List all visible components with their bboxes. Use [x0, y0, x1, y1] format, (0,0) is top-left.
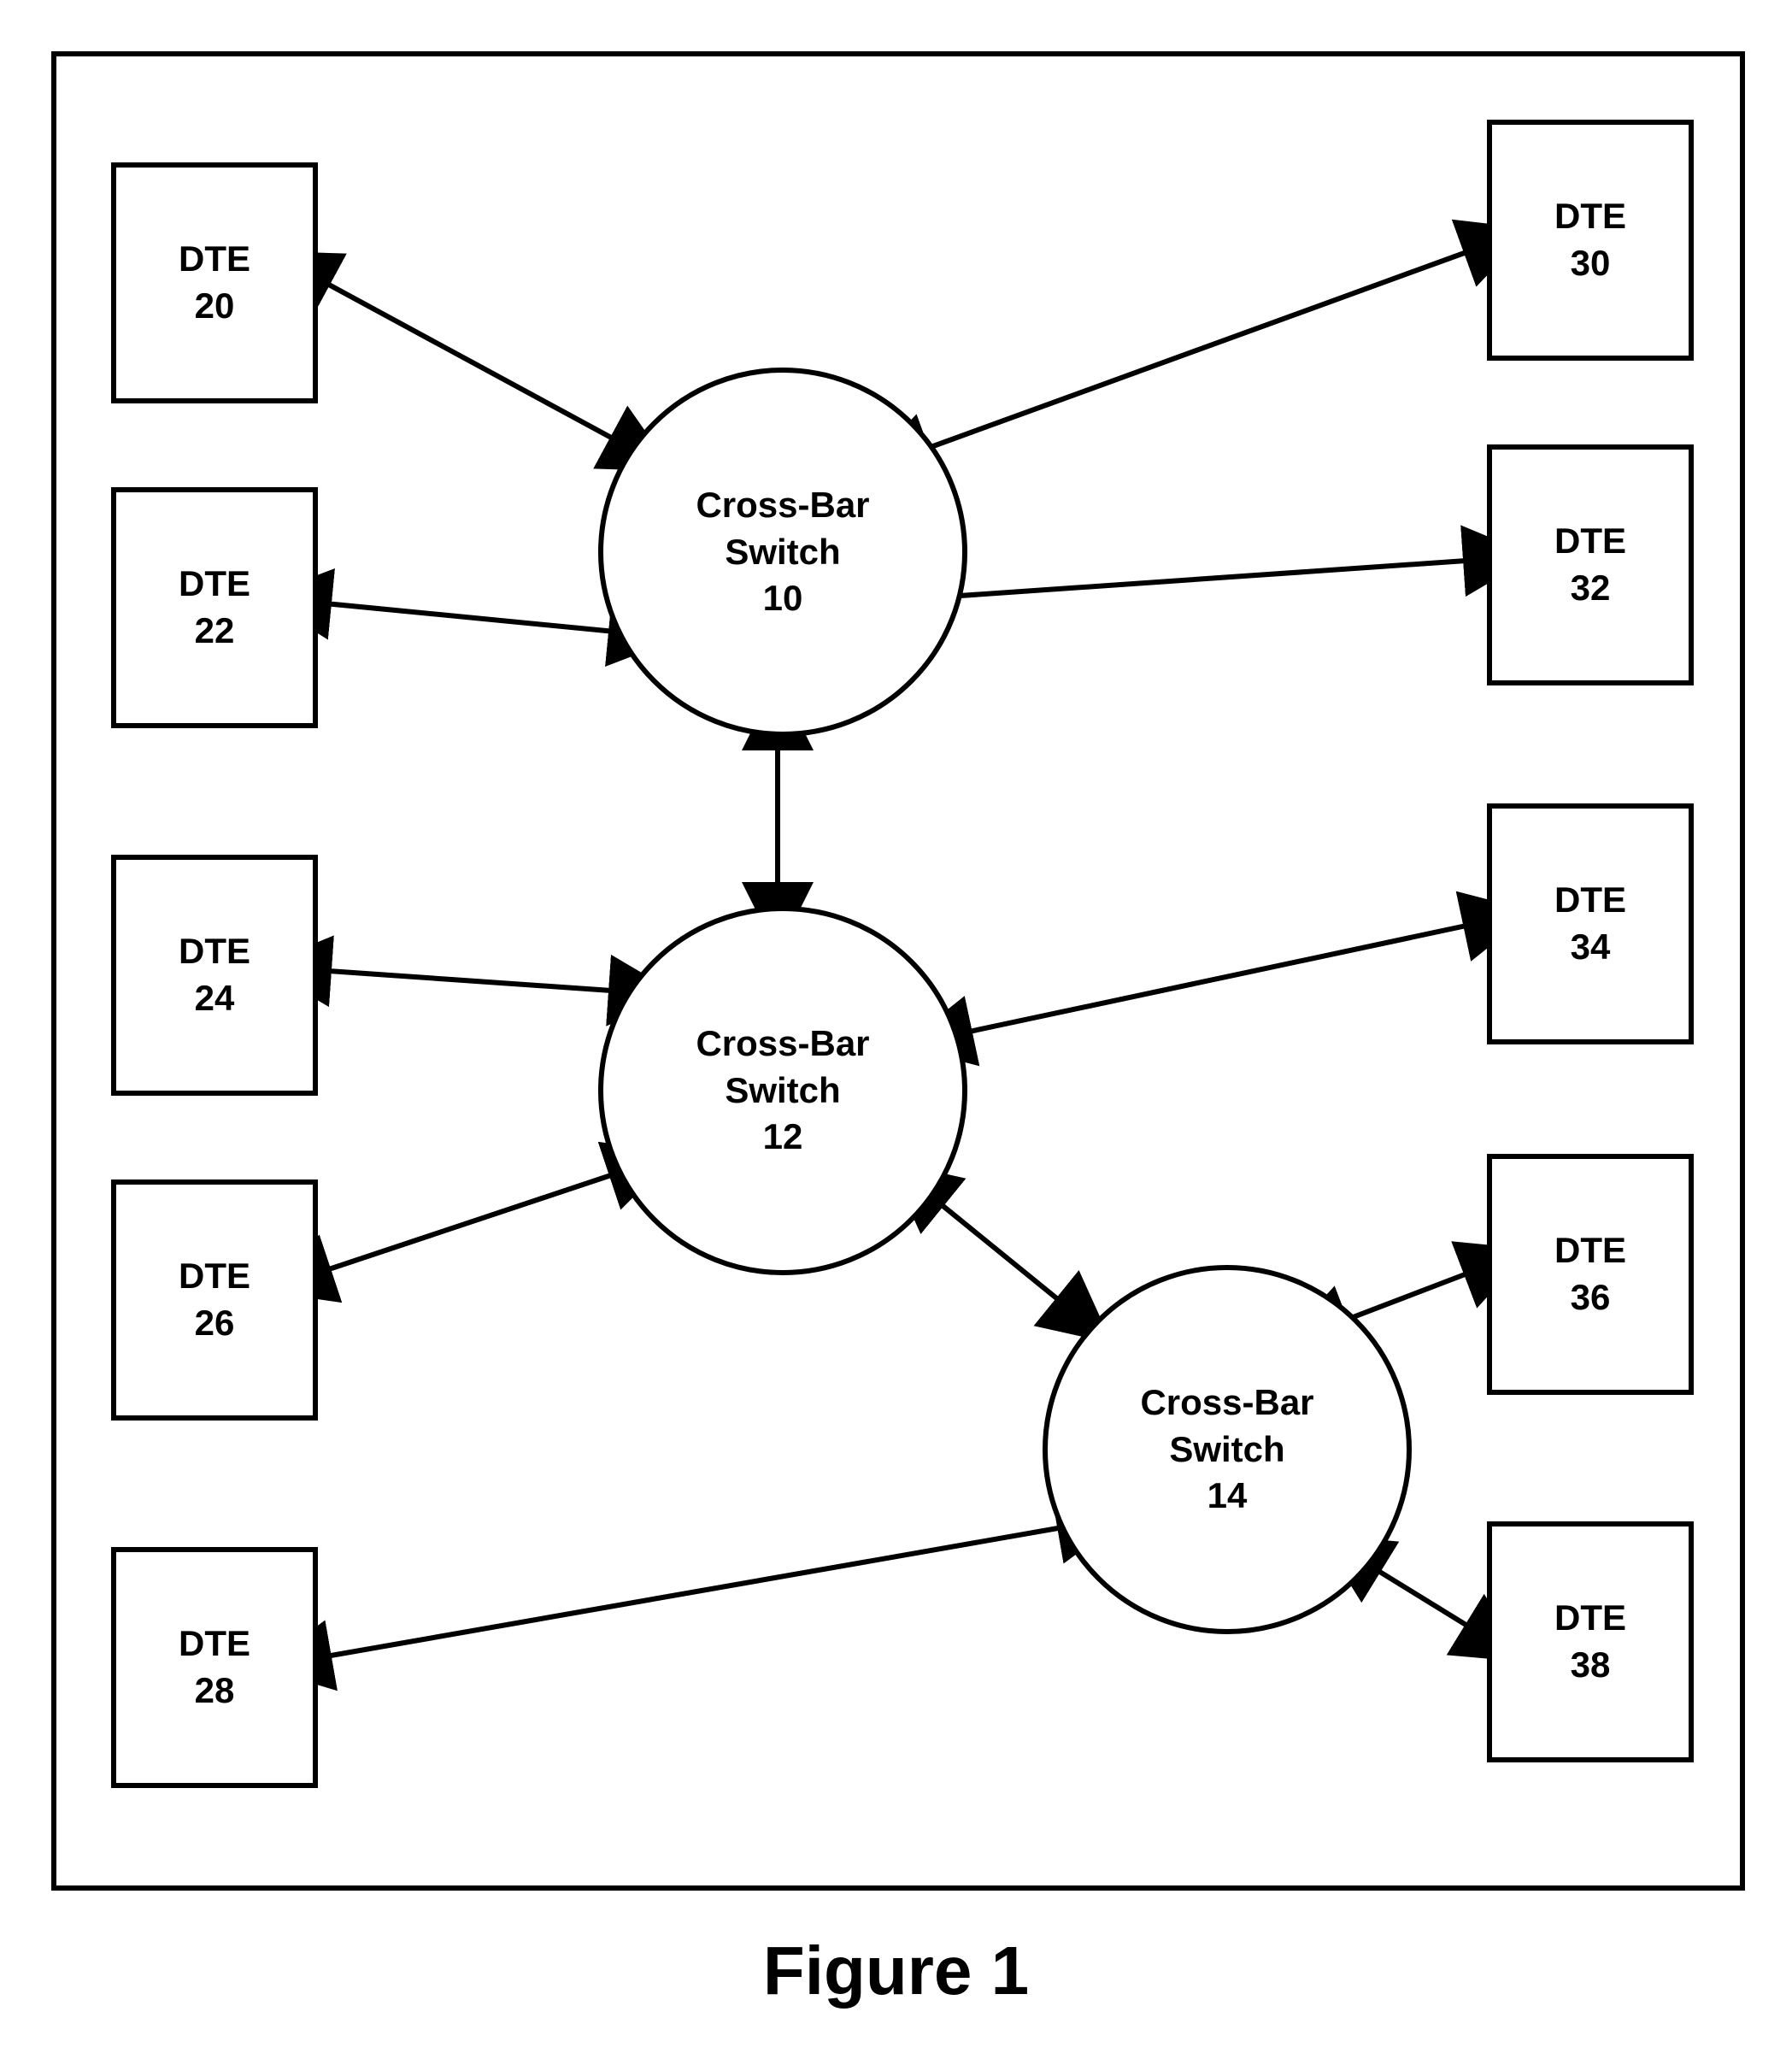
- dte-28: DTE28: [111, 1547, 318, 1788]
- dte-36: DTE36: [1487, 1154, 1694, 1395]
- switch-title: Cross-Bar: [696, 1021, 869, 1068]
- figure-label: Figure 1: [763, 1932, 1029, 2010]
- dte-34: DTE34: [1487, 803, 1694, 1044]
- dte-num: 36: [1571, 1274, 1611, 1321]
- switch-title: Cross-Bar: [696, 482, 869, 529]
- dte-num: 28: [195, 1668, 235, 1715]
- dte-num: 22: [195, 608, 235, 655]
- dte-label: DTE: [179, 1253, 250, 1300]
- dte-20: DTE20: [111, 162, 318, 403]
- dte-label: DTE: [1554, 877, 1626, 924]
- dte-num: 30: [1571, 240, 1611, 287]
- dte-num: 34: [1571, 924, 1611, 971]
- dte-label: DTE: [1554, 1595, 1626, 1642]
- diagram-canvas: Cross-BarSwitch10Cross-BarSwitch12Cross-…: [0, 0, 1792, 2053]
- switch-num: 12: [763, 1114, 803, 1161]
- dte-30: DTE30: [1487, 120, 1694, 361]
- dte-num: 32: [1571, 565, 1611, 612]
- switch-num: 14: [1207, 1473, 1248, 1520]
- dte-26: DTE26: [111, 1179, 318, 1421]
- dte-label: DTE: [1554, 1227, 1626, 1274]
- dte-32: DTE32: [1487, 444, 1694, 685]
- dte-label: DTE: [1554, 193, 1626, 240]
- switch-title: Cross-Bar: [1140, 1379, 1313, 1427]
- dte-label: DTE: [179, 561, 250, 608]
- switch-subtitle: Switch: [1169, 1427, 1284, 1474]
- dte-label: DTE: [1554, 518, 1626, 565]
- dte-22: DTE22: [111, 487, 318, 728]
- switch-subtitle: Switch: [725, 1068, 840, 1115]
- dte-num: 26: [195, 1300, 235, 1347]
- switch-10: Cross-BarSwitch10: [598, 368, 967, 737]
- dte-24: DTE24: [111, 855, 318, 1096]
- switch-num: 10: [763, 575, 803, 622]
- dte-label: DTE: [179, 1621, 250, 1668]
- switch-subtitle: Switch: [725, 529, 840, 576]
- switch-14: Cross-BarSwitch14: [1043, 1265, 1412, 1634]
- dte-label: DTE: [179, 236, 250, 283]
- dte-num: 20: [195, 283, 235, 330]
- dte-38: DTE38: [1487, 1521, 1694, 1762]
- dte-num: 38: [1571, 1642, 1611, 1689]
- dte-label: DTE: [179, 928, 250, 975]
- dte-num: 24: [195, 975, 235, 1022]
- switch-12: Cross-BarSwitch12: [598, 906, 967, 1275]
